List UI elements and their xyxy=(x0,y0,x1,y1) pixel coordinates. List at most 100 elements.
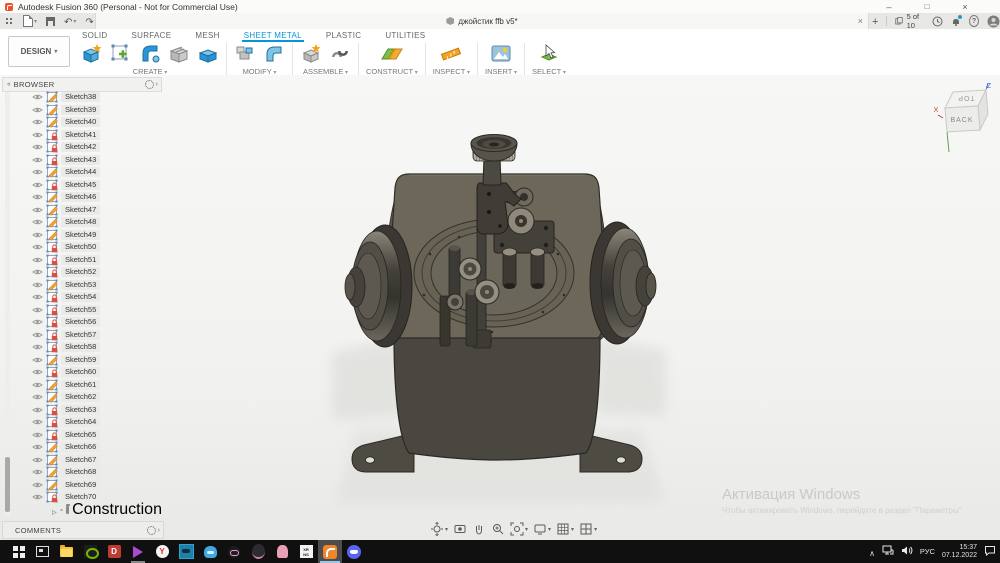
thicken-icon[interactable] xyxy=(197,43,219,65)
clock[interactable]: 15:37 07.12.2022 xyxy=(942,544,977,560)
eye-icon[interactable] xyxy=(32,443,43,451)
eye-icon[interactable] xyxy=(32,431,43,439)
eye-icon[interactable] xyxy=(32,106,43,114)
action-center-icon[interactable] xyxy=(984,543,996,561)
eye-icon[interactable] xyxy=(32,268,43,276)
browser-item[interactable]: Sketch59 xyxy=(32,354,162,367)
design-workspace-dropdown[interactable]: DESIGN xyxy=(8,36,70,67)
eye-icon[interactable] xyxy=(32,481,43,489)
browser-item[interactable]: Sketch57 xyxy=(32,329,162,342)
job-status-icon[interactable] xyxy=(932,16,943,27)
taskbar-pink-character-app[interactable] xyxy=(270,540,294,563)
eye-icon[interactable] xyxy=(32,256,43,264)
view-cube[interactable]: Z X TOP BACK xyxy=(932,80,994,161)
modify-flange-icon[interactable] xyxy=(263,43,285,65)
measure-icon[interactable] xyxy=(440,43,462,65)
ribbon-tab-surface[interactable]: SURFACE xyxy=(130,30,174,42)
browser-item[interactable]: Sketch38 xyxy=(32,91,162,104)
eye-icon[interactable] xyxy=(32,156,43,164)
browser-item[interactable]: Sketch66 xyxy=(32,441,162,454)
ribbon-tab-sheet-metal[interactable]: SHEET METAL xyxy=(242,30,304,42)
ribbon-tab-mesh[interactable]: MESH xyxy=(193,30,221,42)
browser-item[interactable]: Sketch41 xyxy=(32,129,162,142)
eye-icon[interactable] xyxy=(32,243,43,251)
eye-icon[interactable] xyxy=(32,406,43,414)
new-tab-icon[interactable] xyxy=(872,12,878,30)
taskbar-xrns-app[interactable]: XR NS xyxy=(294,540,318,563)
close-tab-icon[interactable] xyxy=(858,13,863,29)
display-settings-icon[interactable] xyxy=(533,522,551,536)
language-indicator[interactable]: РУС xyxy=(920,547,935,556)
zoom-icon[interactable] xyxy=(491,522,505,536)
browser-item[interactable]: Sketch47 xyxy=(32,204,162,217)
eye-icon[interactable] xyxy=(32,343,43,351)
eye-icon[interactable] xyxy=(32,393,43,401)
document-counter[interactable]: 5 of 10 xyxy=(895,12,924,30)
fit-icon[interactable] xyxy=(510,522,528,536)
joint-icon[interactable] xyxy=(329,43,351,65)
browser-settings-icon[interactable] xyxy=(145,80,154,89)
comments-expand-icon[interactable] xyxy=(158,527,160,534)
ribbon-tab-utilities[interactable]: UTILITIES xyxy=(383,30,427,42)
taskbar-yandex-browser[interactable]: Y xyxy=(150,540,174,563)
taskbar-start-button[interactable] xyxy=(6,540,30,563)
insert-canvas-icon[interactable] xyxy=(490,43,512,65)
ribbon-tab-solid[interactable]: SOLID xyxy=(80,30,110,42)
browser-item[interactable]: Sketch64 xyxy=(32,416,162,429)
undo-icon[interactable] xyxy=(64,12,76,30)
eye-icon[interactable] xyxy=(32,131,43,139)
browser-item[interactable]: Sketch68 xyxy=(32,466,162,479)
notifications-icon[interactable] xyxy=(951,16,961,27)
taskbar-discord-app[interactable] xyxy=(342,540,366,563)
viewports-icon[interactable] xyxy=(579,522,597,536)
taskbar-dark-circle-app[interactable] xyxy=(246,540,270,563)
profile-icon[interactable] xyxy=(987,15,1000,28)
browser-item[interactable]: Sketch45 xyxy=(32,179,162,192)
eye-icon[interactable] xyxy=(32,206,43,214)
browser-item[interactable]: Sketch43 xyxy=(32,154,162,167)
browser-item[interactable]: Sketch53 xyxy=(32,279,162,292)
apps-grid-icon[interactable] xyxy=(5,17,14,26)
eye-icon[interactable] xyxy=(32,356,43,364)
construction-plane-icon[interactable] xyxy=(380,43,404,65)
eye-icon[interactable] xyxy=(32,368,43,376)
convert-to-sheet-metal-icon[interactable] xyxy=(168,43,190,65)
browser-item[interactable]: Sketch61 xyxy=(32,379,162,392)
eye-icon[interactable] xyxy=(32,181,43,189)
browser-item[interactable]: Sketch67 xyxy=(32,454,162,467)
browser-item[interactable]: Sketch51 xyxy=(32,254,162,267)
help-icon[interactable] xyxy=(969,15,979,27)
browser-expand-icon[interactable] xyxy=(156,81,158,88)
eye-icon[interactable] xyxy=(32,493,43,501)
comments-panel[interactable]: COMMENTS xyxy=(2,521,164,539)
taskbar-media-player-app[interactable] xyxy=(126,540,150,563)
browser-item[interactable]: Sketch42 xyxy=(32,141,162,154)
browser-scrollbar-thumb[interactable] xyxy=(5,457,10,512)
taskbar-blue-character-app[interactable] xyxy=(198,540,222,563)
viewport-canvas[interactable]: BROWSER Sketch38Sketch39Sketch40Sketch41… xyxy=(0,75,1000,540)
taskbar-task-view-button[interactable] xyxy=(30,540,54,563)
browser-item[interactable]: Sketch60 xyxy=(32,366,162,379)
eye-icon[interactable] xyxy=(32,293,43,301)
taskbar-blue-square-app[interactable] xyxy=(174,540,198,563)
select-icon[interactable] xyxy=(538,43,560,65)
eye-icon[interactable] xyxy=(32,93,43,101)
browser-item[interactable]: Sketch46 xyxy=(32,191,162,204)
file-menu-icon[interactable] xyxy=(23,15,37,27)
volume-icon[interactable] xyxy=(901,543,913,561)
browser-item[interactable]: Sketch48 xyxy=(32,216,162,229)
save-icon[interactable] xyxy=(46,17,55,26)
ribbon-tab-plastic[interactable]: PLASTIC xyxy=(324,30,363,42)
eye-icon[interactable] xyxy=(32,418,43,426)
browser-header[interactable]: BROWSER xyxy=(2,77,162,92)
eye-icon[interactable] xyxy=(32,468,43,476)
eye-icon[interactable] xyxy=(60,506,63,514)
browser-item[interactable]: Sketch49 xyxy=(32,229,162,242)
document-tab[interactable]: джойстик ffb v5* xyxy=(95,13,869,29)
hidden-icons-chevron[interactable] xyxy=(869,543,875,561)
eye-icon[interactable] xyxy=(32,331,43,339)
eye-icon[interactable] xyxy=(32,168,43,176)
taskbar-nvidia-app[interactable] xyxy=(78,540,102,563)
eye-icon[interactable] xyxy=(32,306,43,314)
network-icon[interactable] xyxy=(882,543,894,561)
